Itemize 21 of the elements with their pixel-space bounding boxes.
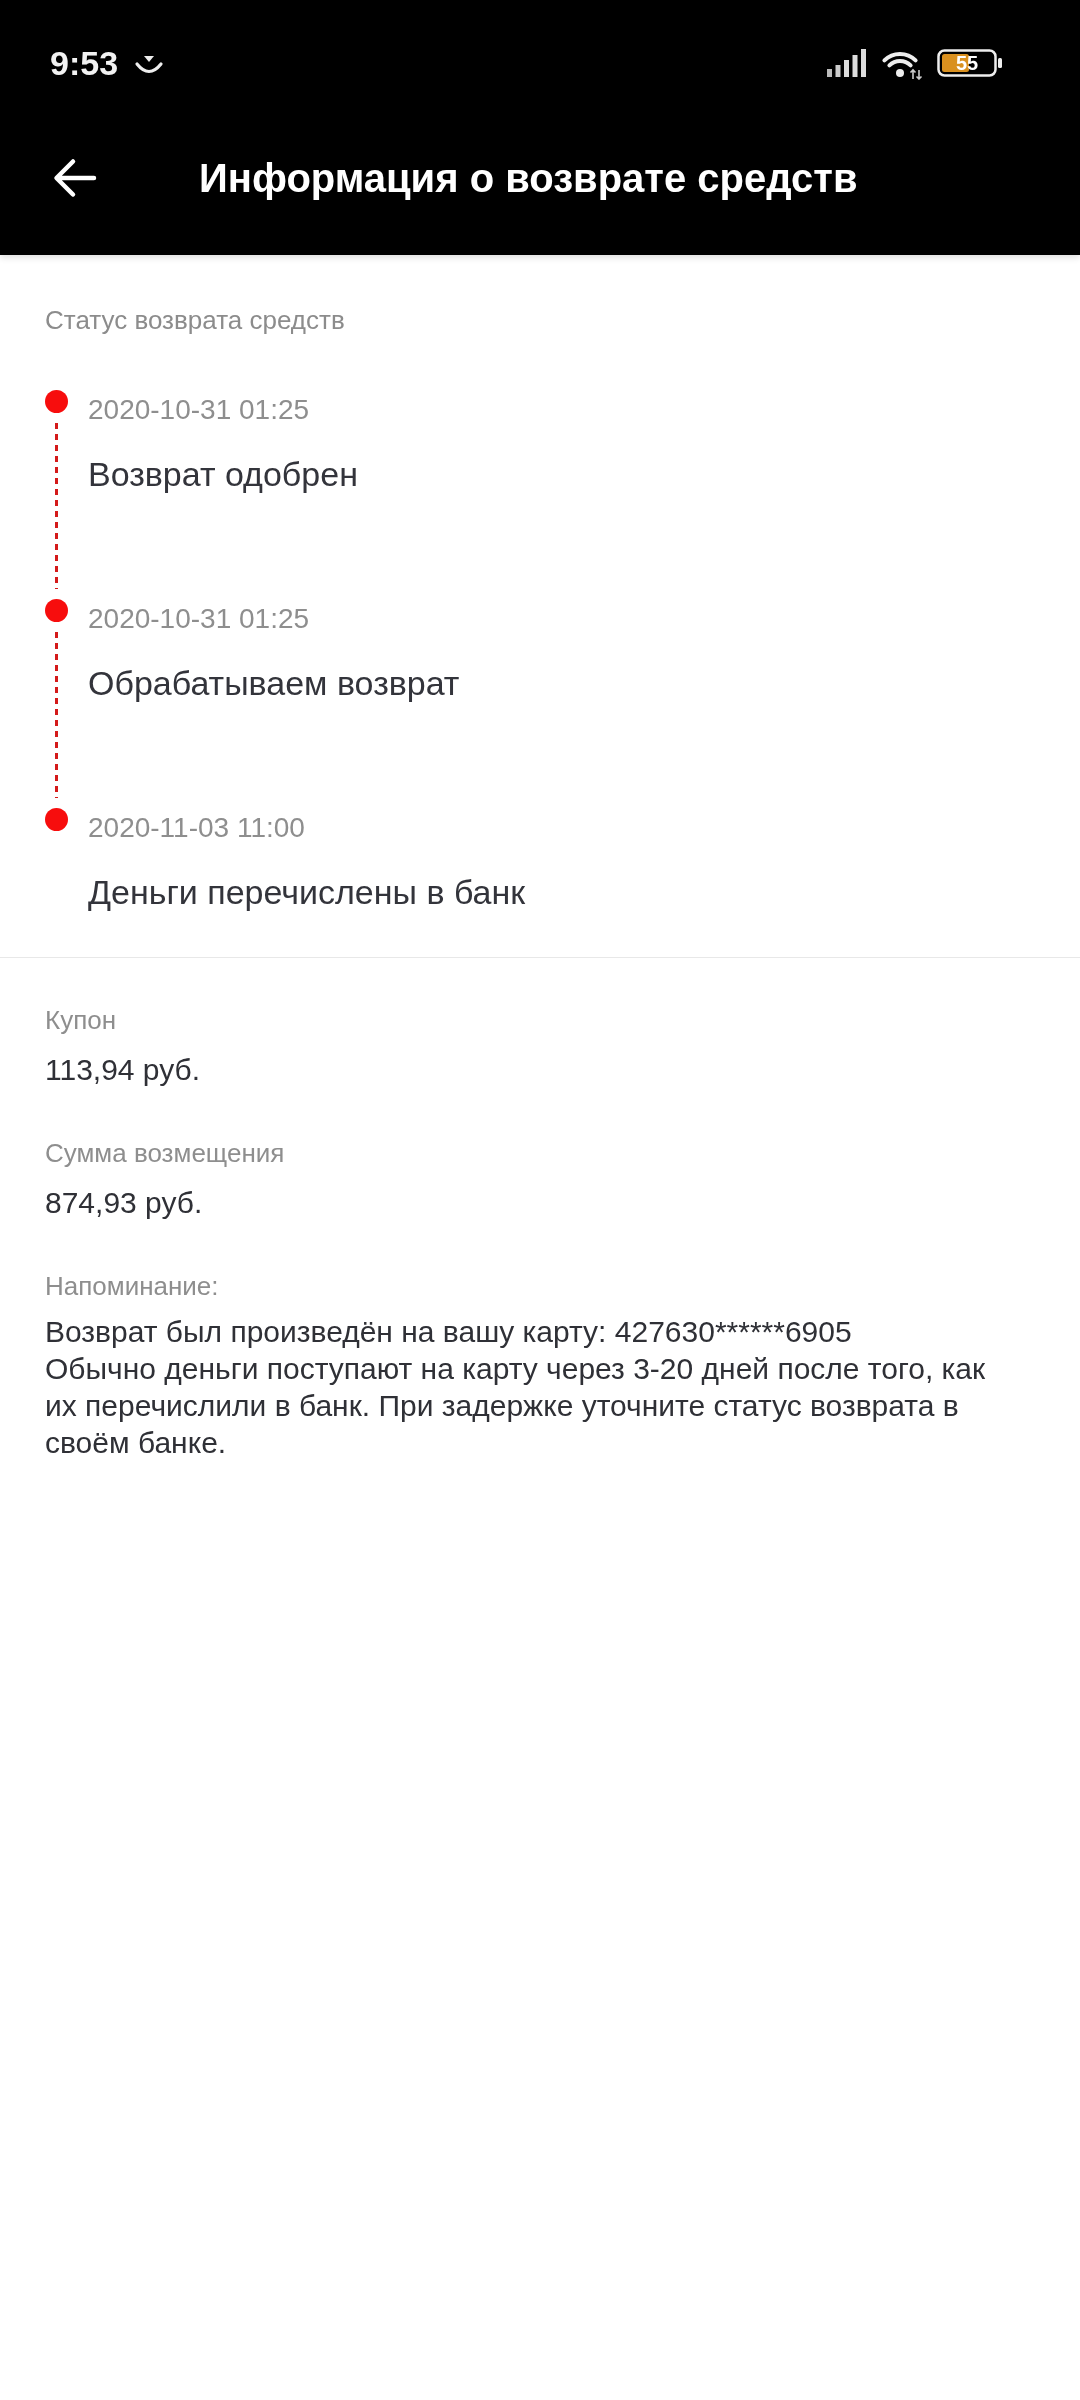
step-date: 2020-11-03 11:00 xyxy=(88,811,306,845)
status-time: 9:53 xyxy=(50,43,119,83)
detail-value: 874,93 руб. xyxy=(45,1185,204,1221)
step-title: Возврат одобрен xyxy=(88,454,358,495)
status-dot-icon xyxy=(45,390,68,413)
step-date: 2020-10-31 01:25 xyxy=(88,602,311,636)
status-dot-icon xyxy=(45,599,68,622)
detail-value: 113,94 руб. xyxy=(45,1052,202,1088)
status-dot-icon xyxy=(45,808,68,831)
detail-label: Купон xyxy=(45,1004,118,1036)
detail-label: Сумма возмещения xyxy=(45,1137,286,1169)
signal-icon xyxy=(827,49,867,77)
step-title: Обрабатываем возврат xyxy=(88,663,460,704)
section-label: Статус возврата средств xyxy=(45,304,346,336)
reminder-text: Возврат был произведён на вашу карту: 427630******6905 Обычно деньги поступают на карту через 3-20 дней после того, как их перечислили в банк. При задержке уточните статус возврата в своём банке. xyxy=(45,1314,987,1461)
reminder-label: Напоминание: xyxy=(45,1270,220,1302)
back-arrow-icon xyxy=(53,157,97,198)
step-date: 2020-10-31 01:25 xyxy=(88,393,311,427)
smiley-icon xyxy=(134,54,165,76)
step-title: Деньги перечислены в банк xyxy=(88,872,526,913)
page-title: Информация о возврате средств xyxy=(199,154,858,202)
